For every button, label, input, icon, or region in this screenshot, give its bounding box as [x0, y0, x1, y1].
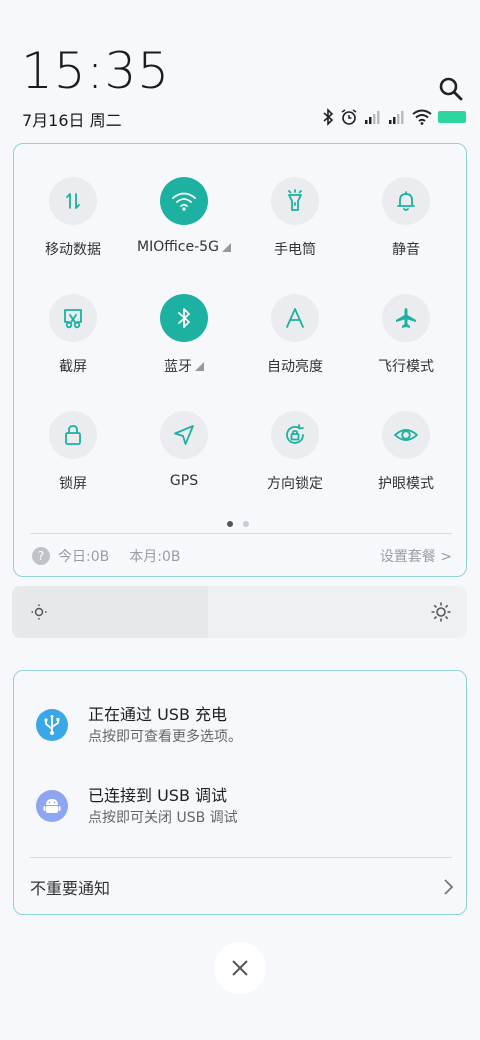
search-icon[interactable] — [438, 76, 464, 102]
date-label: 7月16日 周二 — [22, 111, 122, 130]
status-bar-icons — [322, 108, 466, 126]
quick-tile-text: 截屏 — [59, 359, 87, 375]
quick-tile-text: 移动数据 — [45, 242, 101, 258]
quick-tile-label: 截屏 — [59, 356, 87, 376]
quick-tile-text: GPS — [169, 473, 199, 489]
brightness-high-icon — [431, 602, 451, 622]
quick-tile-label: 静音 — [392, 239, 420, 259]
quick-tile[interactable]: 蓝牙 — [129, 294, 239, 394]
quick-settings-panel: 移动数据 MIOffice-5G 手电筒 静音截屏 蓝牙 自动亮度 飞行模式锁屏 GPS 方向锁… — [13, 143, 467, 577]
quick-tile[interactable]: 自动亮度 — [240, 294, 350, 394]
quick-tile-label: 锁屏 — [59, 473, 87, 493]
quick-tile[interactable]: 移动数据 — [18, 177, 128, 277]
page-indicator — [227, 521, 249, 527]
quick-tile-label: 护眼模式 — [378, 473, 434, 493]
quick-tile-text: 手电筒 — [274, 242, 316, 258]
notification-title: 已连接到 USB 调试 — [88, 786, 228, 805]
plan-settings-link[interactable]: 设置套餐 > — [380, 546, 452, 566]
notification-subtitle: 点按即可查看更多选项。 — [88, 729, 242, 745]
mobile-data-icon — [49, 177, 97, 225]
quick-tile-text: 自动亮度 — [267, 359, 323, 375]
page-dot — [243, 521, 249, 527]
lock-icon — [49, 411, 97, 459]
location-arrow-icon — [160, 411, 208, 459]
notification-panel: 正在通过 USB 充电 点按即可查看更多选项。 已连接到 USB 调试 点按即可… — [13, 670, 467, 915]
quick-tile-label: GPS — [170, 473, 198, 489]
alarm-icon — [341, 109, 357, 125]
unimportant-label: 不重要通知 — [30, 879, 111, 898]
notification-title: 正在通过 USB 充电 — [88, 705, 228, 724]
wifi-icon — [160, 177, 208, 225]
unimportant-notifications-row[interactable]: 不重要通知 — [30, 874, 454, 900]
quick-tile-text: 护眼模式 — [378, 476, 434, 492]
quick-tile[interactable]: 静音 — [351, 177, 461, 277]
bluetooth-icon — [323, 108, 334, 126]
page-dot-active — [227, 521, 233, 527]
quick-tile-label: 手电筒 — [274, 239, 316, 259]
notification-usb-charging[interactable]: 正在通过 USB 充电 点按即可查看更多选项。 — [36, 699, 456, 759]
auto-brightness-icon — [271, 294, 319, 342]
eye-icon — [382, 411, 430, 459]
signal-icon — [389, 111, 404, 124]
quick-tile-text: 静音 — [392, 242, 420, 258]
quick-tile-text: 方向锁定 — [267, 476, 323, 492]
quick-tile-label: 蓝牙 — [164, 356, 204, 376]
quick-tile[interactable]: 手电筒 — [240, 177, 350, 277]
quick-tile[interactable]: 飞行模式 — [351, 294, 461, 394]
signal-icon — [365, 111, 380, 124]
expand-menu-icon[interactable] — [195, 361, 204, 371]
clock-time: 15:35 — [21, 42, 171, 100]
battery-icon — [438, 111, 466, 123]
quick-tile-label: 方向锁定 — [267, 473, 323, 493]
quick-tile[interactable]: 护眼模式 — [351, 411, 461, 511]
divider — [30, 857, 452, 858]
quick-tile[interactable]: MIOffice-5G — [129, 177, 239, 277]
quick-tile-text: MIOffice-5G — [137, 239, 219, 255]
usage-month: 本月:0B — [129, 549, 181, 565]
data-usage-row: ? 今日:0B 本月:0B 设置套餐 > — [32, 545, 452, 567]
android-icon — [36, 790, 68, 822]
clear-all-button[interactable] — [214, 942, 266, 994]
quick-tile[interactable]: 截屏 — [18, 294, 128, 394]
brightness-slider[interactable] — [12, 586, 467, 638]
quick-tile-label: 自动亮度 — [267, 356, 323, 376]
quick-tile-label: MIOffice-5G — [137, 239, 231, 255]
notification-usb-debugging[interactable]: 已连接到 USB 调试 点按即可关闭 USB 调试 — [36, 780, 456, 840]
quick-tile-text: 飞行模式 — [378, 359, 434, 375]
bell-icon — [382, 177, 430, 225]
flashlight-icon — [271, 177, 319, 225]
bluetooth-icon — [160, 294, 208, 342]
quick-tile-text: 蓝牙 — [164, 359, 192, 375]
usb-icon — [36, 709, 68, 741]
chevron-right-icon — [444, 879, 454, 895]
quick-tile[interactable]: GPS — [129, 411, 239, 511]
wifi-icon — [412, 109, 432, 125]
airplane-icon — [382, 294, 430, 342]
quick-tile[interactable]: 方向锁定 — [240, 411, 350, 511]
notification-subtitle: 点按即可关闭 USB 调试 — [88, 810, 238, 826]
quick-tile-label: 移动数据 — [45, 239, 101, 259]
quick-tile[interactable]: 锁屏 — [18, 411, 128, 511]
screenshot-icon — [49, 294, 97, 342]
close-icon — [232, 960, 248, 976]
rotation-lock-icon — [271, 411, 319, 459]
quick-tile-label: 飞行模式 — [378, 356, 434, 376]
brightness-low-icon — [31, 604, 47, 620]
quick-tile-text: 锁屏 — [59, 476, 87, 492]
usage-today: 今日:0B — [58, 549, 110, 565]
divider — [30, 533, 452, 534]
help-icon[interactable]: ? — [32, 547, 50, 565]
expand-menu-icon[interactable] — [221, 242, 231, 252]
